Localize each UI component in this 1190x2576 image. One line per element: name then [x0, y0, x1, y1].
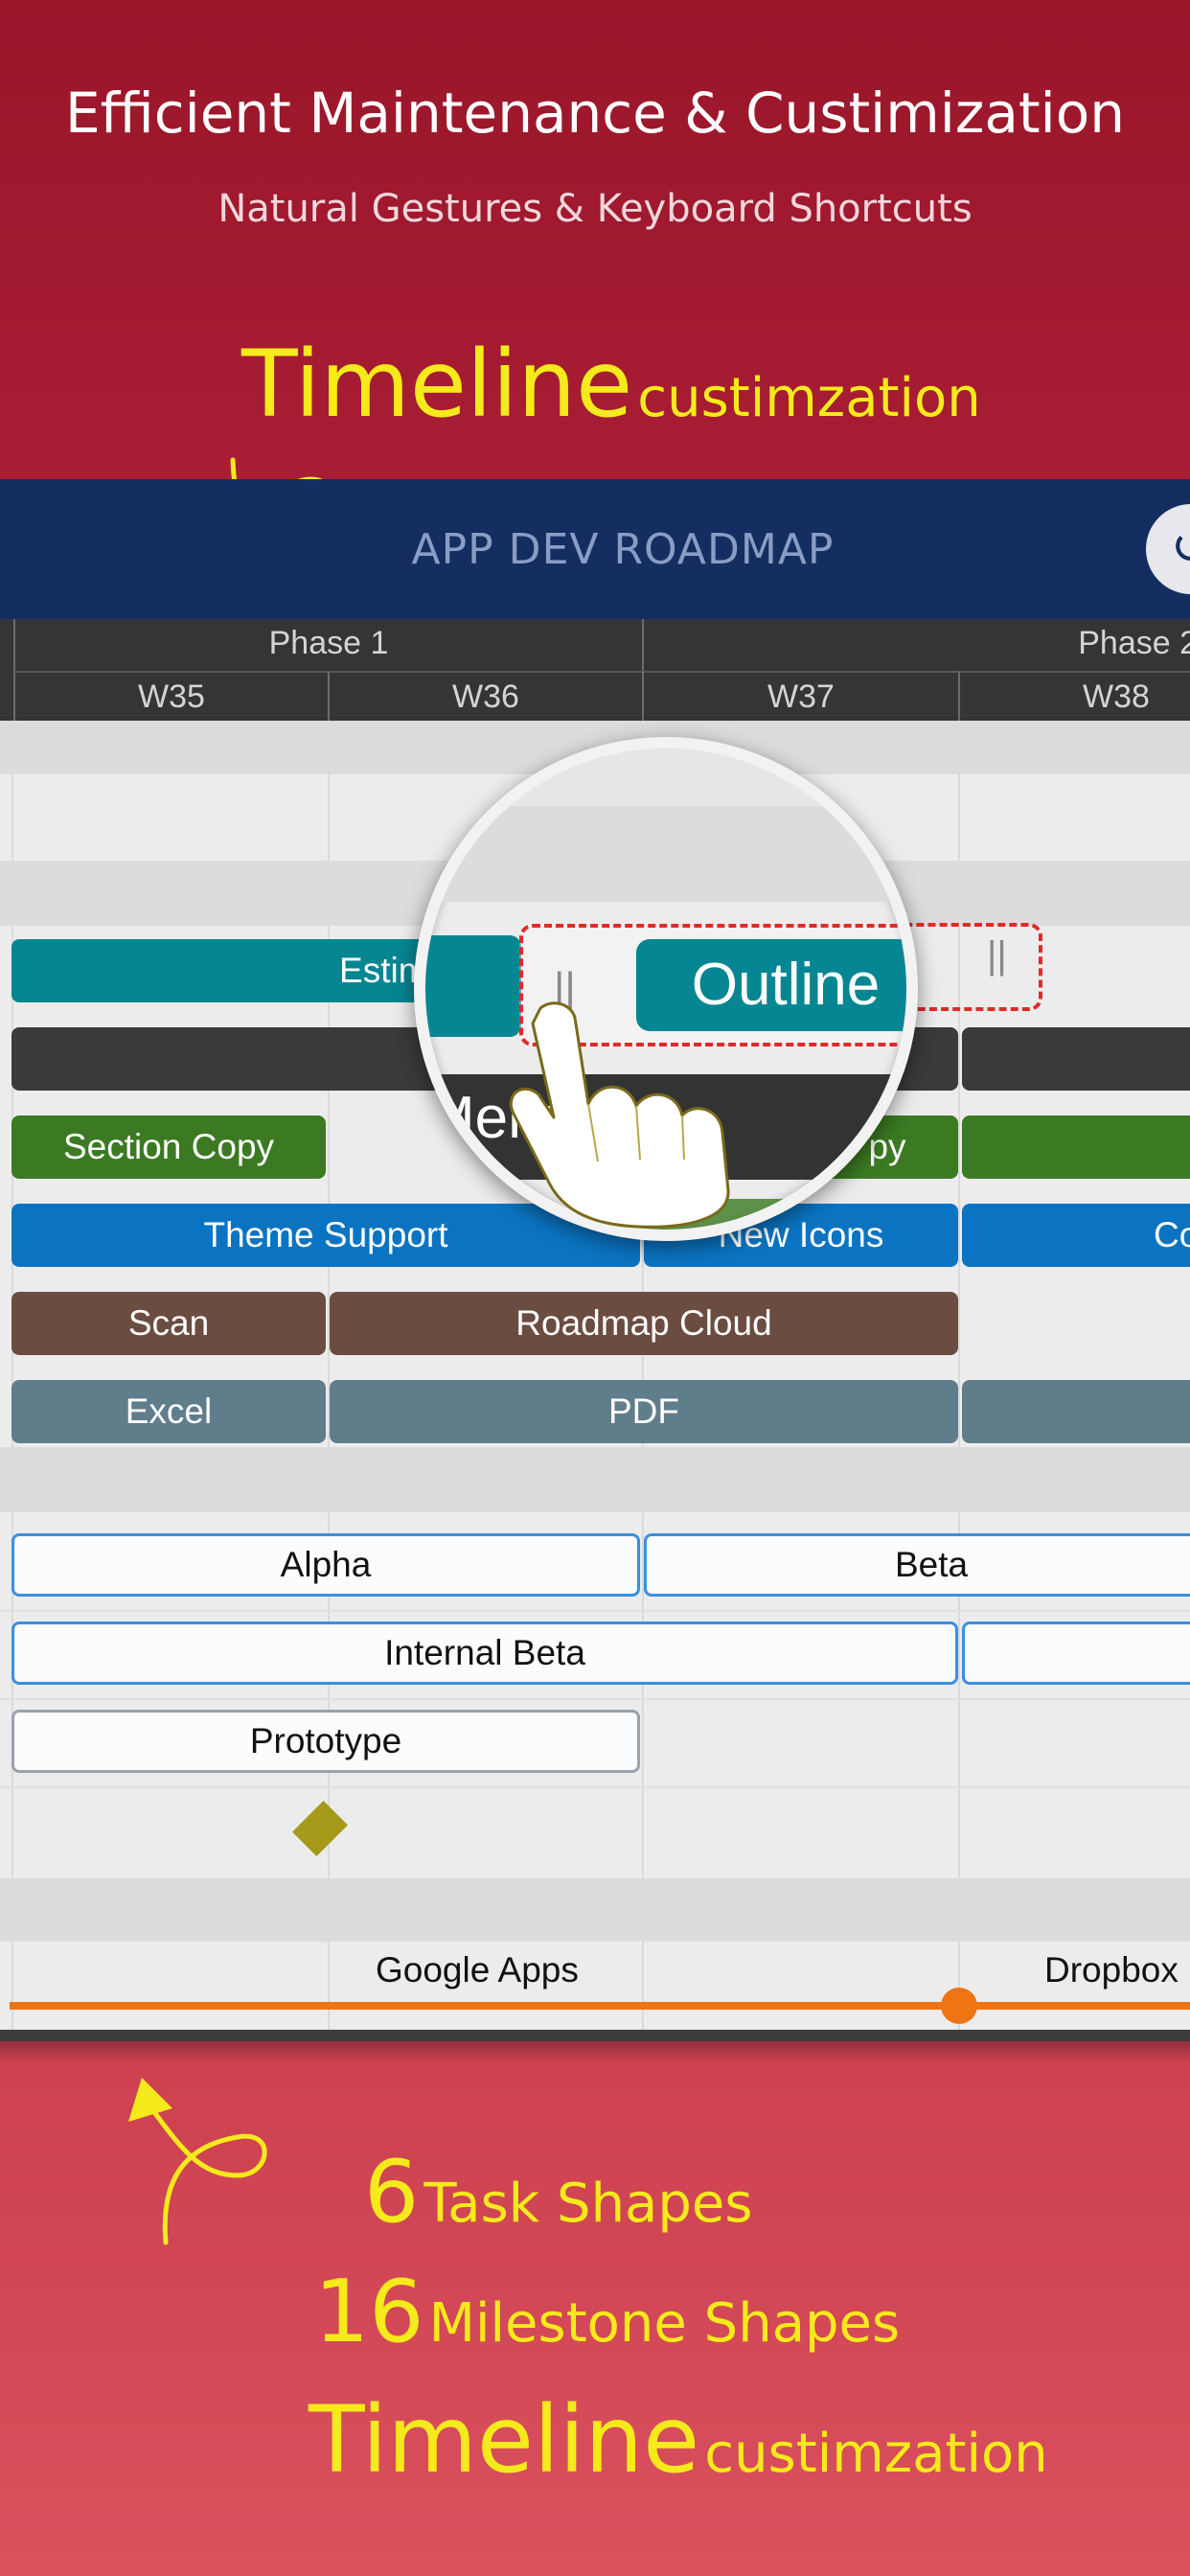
- feature-task-shapes: 6 Task Shapes: [364, 2142, 753, 2242]
- milestone-bar-alpha[interactable]: Alpha: [11, 1533, 640, 1597]
- task-bar-co[interactable]: Co: [962, 1204, 1190, 1267]
- task-bar-pdf[interactable]: PDF: [330, 1380, 958, 1443]
- task-bar-roadmap-cloud[interactable]: Roadmap Cloud: [330, 1292, 958, 1355]
- roadmap-title[interactable]: APP DEV ROADMAP: [0, 525, 1190, 574]
- feature-timeline-custimzation: Timeline custimzation: [309, 2386, 1048, 2494]
- week-header-cell[interactable]: W36: [328, 671, 642, 721]
- feature-count: 6: [364, 2142, 420, 2242]
- week-header-cell[interactable]: W38: [958, 671, 1190, 721]
- phase-header-cell[interactable]: Phase 2: [642, 619, 1190, 671]
- feature-text: Milestone Shapes: [428, 2292, 901, 2355]
- pointing-hand-icon: [509, 1001, 730, 1229]
- row-divider: [0, 1786, 1190, 1788]
- callout-small-text: custimzation: [637, 367, 981, 429]
- top-promo-banner: Efficient Maintenance & Custimization Na…: [0, 0, 1190, 479]
- timeline-marker[interactable]: [941, 1988, 977, 2024]
- magnified-band: [425, 748, 906, 806]
- timeline-label-dropbox[interactable]: Dropbox: [1044, 1950, 1179, 1990]
- share-icon: ↺: [1171, 520, 1190, 574]
- feature-milestone-shapes: 16 Milestone Shapes: [314, 2262, 900, 2362]
- week-header: W35 W36 W37 W38: [0, 671, 1190, 721]
- promo-headline: Efficient Maintenance & Custimization: [65, 80, 1125, 146]
- row-divider: [0, 1610, 1190, 1612]
- loop-arrow-up-icon: [128, 2078, 267, 2245]
- section-band: [0, 1447, 1190, 1512]
- feature-count: 16: [314, 2262, 424, 2362]
- milestone-bar-prototype[interactable]: Prototype: [11, 1710, 640, 1773]
- milestone-bar-continued[interactable]: [962, 1622, 1190, 1685]
- phase-header: Phase 1 Phase 2: [0, 619, 1190, 671]
- task-bar-excel[interactable]: Excel: [11, 1380, 326, 1443]
- task-bar-scan[interactable]: Scan: [11, 1292, 326, 1355]
- task-bar-copy-continued[interactable]: [962, 1116, 1190, 1179]
- task-bar-pdf-continued[interactable]: [962, 1380, 1190, 1443]
- section-band: [0, 1878, 1190, 1942]
- timeline-track[interactable]: [10, 2002, 1190, 2010]
- feature-text: Task Shapes: [423, 2173, 753, 2235]
- resize-handle-icon[interactable]: ||: [987, 934, 1007, 978]
- row-divider: [0, 1698, 1190, 1700]
- app-titlebar: APP DEV ROADMAP ↺: [0, 479, 1190, 619]
- callout-big-text: Timeline: [241, 331, 633, 438]
- milestone-bar-internal-beta[interactable]: Internal Beta: [11, 1622, 958, 1685]
- magnified-band: [425, 806, 906, 902]
- week-header-cell[interactable]: W37: [642, 671, 958, 721]
- milestone-diamond[interactable]: [292, 1801, 348, 1856]
- timeline-label-google-apps[interactable]: Google Apps: [376, 1950, 579, 1990]
- app-bottom-bar: [0, 2030, 1190, 2041]
- phase-header-cell[interactable]: Phase 1: [13, 619, 642, 671]
- task-bar-core-continued[interactable]: [962, 1027, 1190, 1091]
- app-window: APP DEV ROADMAP ↺ Phase 1 Phase 2 W35 W3…: [0, 479, 1190, 2041]
- promo-callout: Timeline custimzation: [241, 331, 981, 438]
- feature-text: custimzation: [704, 2423, 1048, 2485]
- task-bar-section-copy[interactable]: Section Copy: [11, 1116, 326, 1179]
- promo-subheadline: Natural Gestures & Keyboard Shortcuts: [217, 187, 973, 231]
- milestone-bar-beta[interactable]: Beta: [644, 1533, 1190, 1597]
- share-button[interactable]: ↺: [1146, 504, 1190, 594]
- week-header-cell[interactable]: W35: [13, 671, 328, 721]
- feature-big-text: Timeline: [309, 2386, 700, 2494]
